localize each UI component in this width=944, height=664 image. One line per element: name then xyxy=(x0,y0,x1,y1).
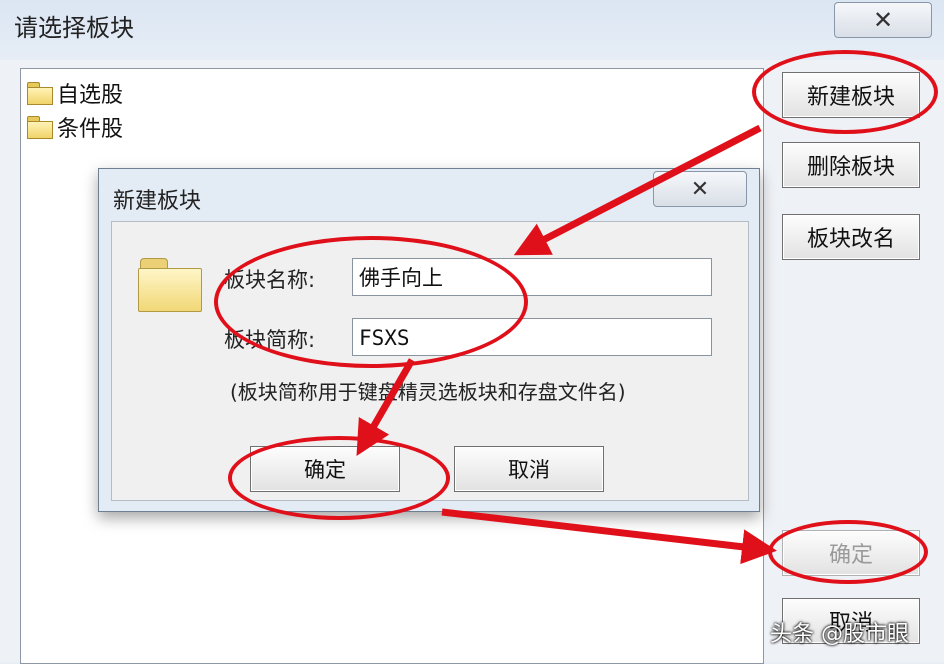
dialog-close-button[interactable]: ✕ xyxy=(653,171,747,207)
watermark-text: 头条 @股市眼 xyxy=(770,622,909,647)
tree-item-watchlist[interactable]: 自选股 xyxy=(27,77,123,109)
new-block-dialog: 新建板块 ✕ 板块名称: 佛手向上 板块简称: FSXS (板块简称用于键盘精灵… xyxy=(98,168,760,512)
outer-ok-button[interactable]: 确定 xyxy=(782,530,920,576)
window-close-button[interactable]: ✕ xyxy=(834,2,932,38)
block-abbr-label: 板块简称: xyxy=(224,328,316,352)
block-name-label: 板块名称: xyxy=(224,268,316,292)
dialog-ok-button[interactable]: 确定 xyxy=(250,446,400,492)
window-title: 请选择板块 xyxy=(14,14,134,42)
block-abbr-input[interactable]: FSXS xyxy=(352,318,712,356)
folder-icon xyxy=(27,116,53,139)
dialog-cancel-button[interactable]: 取消 xyxy=(454,446,604,492)
abbr-hint-text: (板块简称用于键盘精灵选板块和存盘文件名) xyxy=(230,380,626,404)
close-icon: ✕ xyxy=(872,6,894,34)
block-name-input[interactable]: 佛手向上 xyxy=(352,258,712,296)
rename-block-button[interactable]: 板块改名 xyxy=(782,214,920,260)
tree-item-label: 自选股 xyxy=(57,83,124,108)
dialog-title: 新建板块 xyxy=(113,189,202,214)
dialog-body: 板块名称: 佛手向上 板块简称: FSXS (板块简称用于键盘精灵选板块和存盘文… xyxy=(111,221,749,501)
new-block-button[interactable]: 新建板块 xyxy=(782,72,920,118)
tree-item-condition[interactable]: 条件股 xyxy=(27,111,123,143)
close-icon: ✕ xyxy=(690,176,710,202)
delete-block-button[interactable]: 删除板块 xyxy=(782,142,920,188)
tree-item-label: 条件股 xyxy=(57,117,124,142)
folder-icon xyxy=(138,258,202,312)
folder-icon xyxy=(27,82,53,105)
